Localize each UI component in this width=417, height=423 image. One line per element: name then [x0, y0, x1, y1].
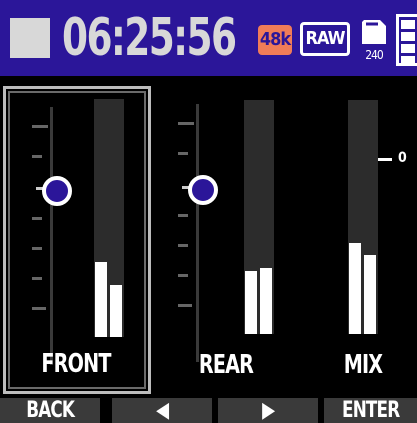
front-meter-left	[95, 262, 107, 337]
rear-meter-right	[260, 268, 272, 334]
channel-rear[interactable]: REAR	[160, 86, 280, 394]
right-arrow-icon: ▶	[261, 398, 275, 423]
channel-front-label: FRONT	[41, 349, 111, 379]
raw-format-badge: RAW	[300, 22, 350, 56]
sd-remaining: 240	[365, 48, 384, 62]
enter-button[interactable]: ENTER	[324, 398, 417, 423]
status-bar: 06:25:56 48k RAW 240	[0, 0, 417, 76]
front-fader-knob[interactable]	[42, 176, 72, 206]
softkey-bar: BACK ◀ ▶ ENTER	[0, 398, 417, 423]
rear-fader-scale	[178, 104, 200, 362]
meter-zero-marker: 0	[378, 150, 407, 166]
channel-front[interactable]: FRONT	[3, 86, 151, 394]
battery-icon	[396, 14, 417, 66]
stop-icon	[10, 18, 50, 58]
right-arrow-button[interactable]: ▶	[218, 398, 318, 423]
channel-mix[interactable]: MIX	[330, 86, 417, 394]
mix-meter-left	[349, 243, 361, 334]
left-arrow-icon: ◀	[155, 398, 169, 423]
sample-rate-badge: 48k	[258, 25, 292, 55]
channel-rear-label: REAR	[198, 350, 254, 380]
rear-fader-knob[interactable]	[188, 175, 218, 205]
front-meter-right	[110, 285, 122, 337]
elapsed-time: 06:25:56	[62, 8, 237, 68]
left-arrow-button[interactable]: ◀	[112, 398, 212, 423]
front-fader-scale	[32, 107, 54, 365]
channel-mix-label: MIX	[343, 350, 383, 380]
rear-meter-left	[245, 271, 257, 334]
mix-meter-right	[364, 255, 376, 334]
back-button[interactable]: BACK	[0, 398, 100, 423]
